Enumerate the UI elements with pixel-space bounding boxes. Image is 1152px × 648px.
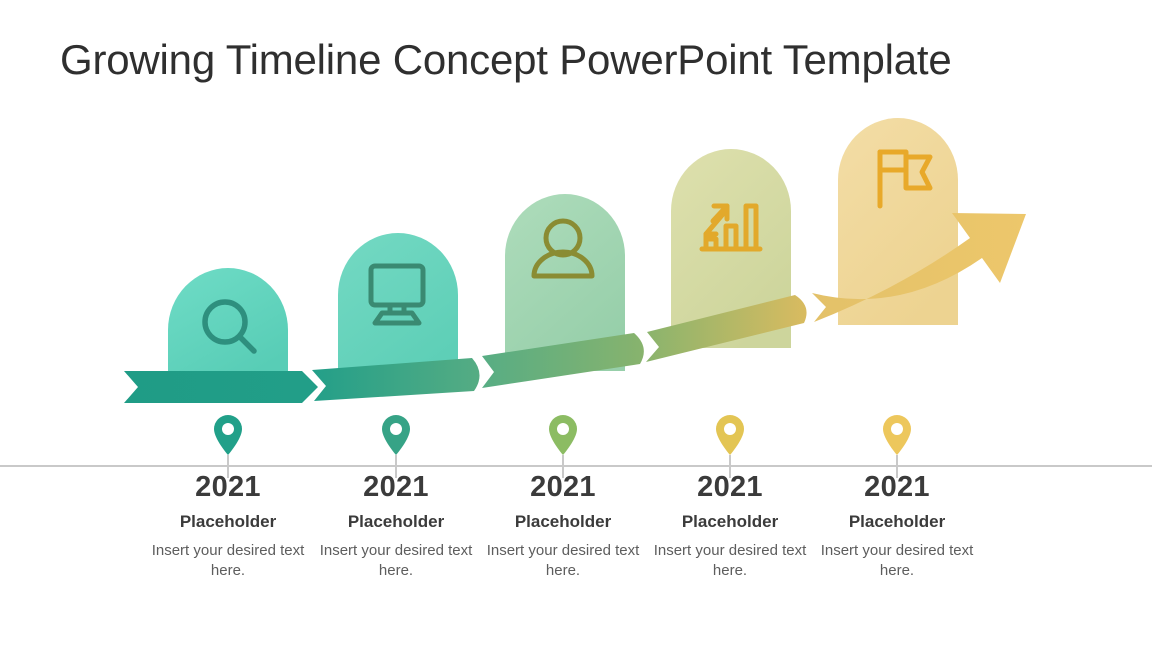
timeline-column-5[interactable]: 2021 Placeholder Insert your desired tex… [804,472,990,581]
timeline-column-4[interactable]: 2021 Placeholder Insert your desired tex… [637,472,823,581]
map-pin-hole [891,423,903,435]
ribbon-segment-2 [312,358,480,401]
step-year-1: 2021 [195,471,261,503]
step-heading-3: Placeholder [514,512,612,532]
step-heading-1: Placeholder [179,512,277,532]
map-pin-step-1[interactable] [214,415,242,478]
timeline-column-3[interactable]: 2021 Placeholder Insert your desired tex… [470,472,656,581]
step-description-3: Insert your desired text here. [486,542,640,579]
map-pin-step-3[interactable] [549,415,577,478]
map-pin-step-2[interactable] [382,415,410,478]
slide-canvas: Growing Timeline Concept PowerPoint Temp… [0,0,1152,648]
map-pin-step-5[interactable] [883,415,911,478]
step-year-4: 2021 [697,471,763,503]
map-pin-hole [222,423,234,435]
timeline-column-1[interactable]: 2021 Placeholder Insert your desired tex… [135,472,321,581]
step-heading-5: Placeholder [848,512,946,532]
map-pin-hole [557,423,569,435]
arch-step-2[interactable] [338,233,458,380]
step-year-3: 2021 [530,471,596,503]
step-heading-2: Placeholder [347,512,445,532]
map-pin-step-4[interactable] [716,415,744,478]
map-pin-hole [390,423,402,435]
step-year-2: 2021 [363,471,429,503]
step-description-2: Insert your desired text here. [319,542,473,579]
step-heading-4: Placeholder [681,512,779,532]
timeline-column-2[interactable]: 2021 Placeholder Insert your desired tex… [303,472,489,581]
map-pin-hole [724,423,736,435]
step-description-5: Insert your desired text here. [820,542,974,579]
step-description-1: Insert your desired text here. [151,542,305,579]
ribbon-segment-1 [124,371,318,403]
step-year-5: 2021 [864,471,930,503]
timeline-text-columns: 2021 Placeholder Insert your desired tex… [0,472,1152,612]
arch-shape-1 [168,268,288,381]
step-description-4: Insert your desired text here. [653,542,807,579]
arch-step-1[interactable] [168,268,288,381]
